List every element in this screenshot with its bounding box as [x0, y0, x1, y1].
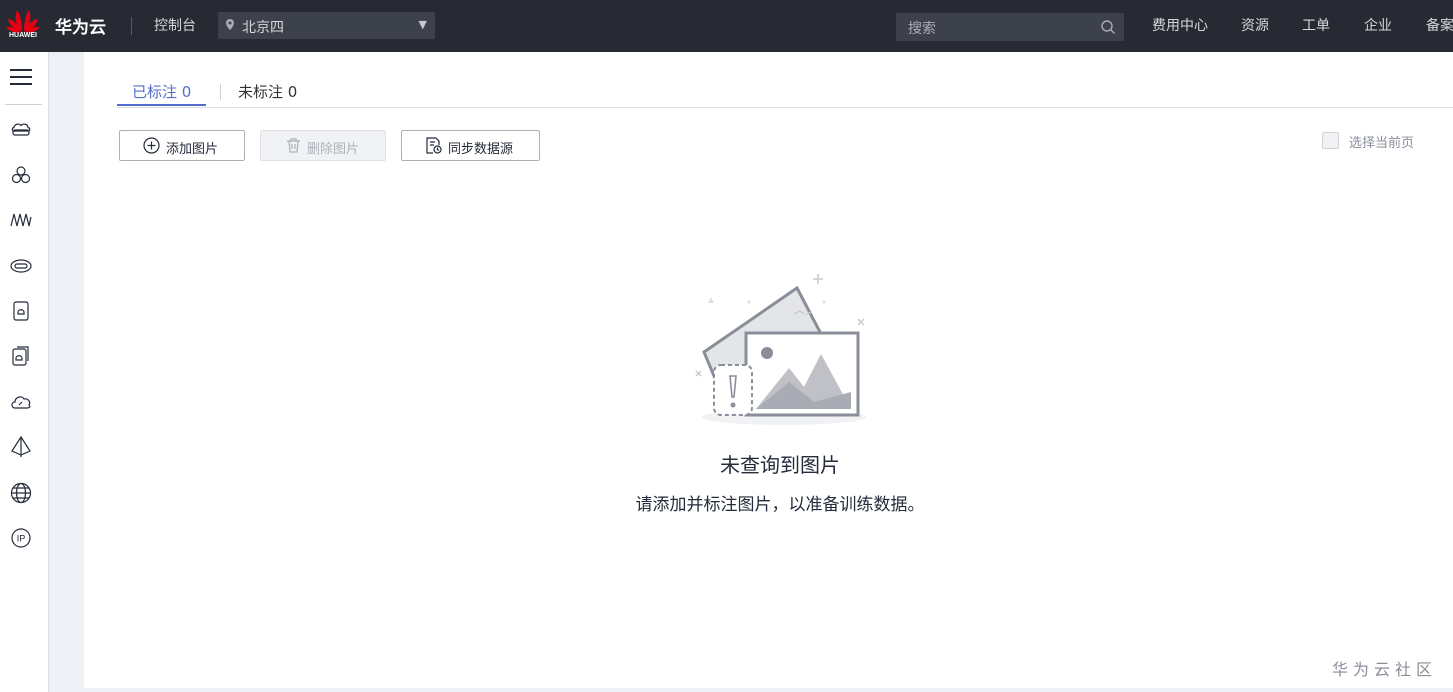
empty-state-title: 未查询到图片 — [720, 453, 840, 477]
top-bar: HUAWEI 华为云 控制台 北京四 ▼ 搜索 费用中心 资源 工单 企业 备案 — [0, 0, 1453, 52]
trash-icon — [287, 138, 300, 153]
delete-image-button[interactable]: 删除图片 — [260, 130, 386, 161]
add-image-button[interactable]: 添加图片 — [119, 130, 245, 161]
waveform-icon[interactable] — [10, 209, 32, 231]
service-sidebar: IP — [0, 52, 49, 692]
storage-disk-icon[interactable] — [10, 255, 32, 277]
plus-circle-icon — [143, 137, 160, 154]
select-page-label: 选择当前页 — [1349, 136, 1415, 151]
delete-image-label: 删除图片 — [307, 142, 360, 157]
globe-icon[interactable] — [10, 482, 32, 504]
tab-separator — [220, 84, 221, 100]
cloud-gauge-icon[interactable] — [10, 391, 32, 413]
console-link[interactable]: 控制台 — [154, 15, 196, 35]
huawei-flower-icon — [6, 10, 40, 33]
sync-datasource-label: 同步数据源 — [448, 142, 514, 157]
add-image-label: 添加图片 — [166, 142, 219, 157]
tab-labeled[interactable]: 已标注 0 — [132, 81, 191, 102]
active-tab-indicator — [117, 104, 206, 106]
watermark: 华为云社区 — [1332, 660, 1438, 679]
cluster-nodes-icon[interactable] — [10, 164, 32, 186]
search-input[interactable]: 搜索 — [896, 13, 1124, 41]
backup-box-icon[interactable] — [10, 345, 32, 367]
nav-enterprise[interactable]: 企业 — [1364, 15, 1392, 35]
empty-state-description: 请添加并标注图片，以准备训练数据。 — [635, 495, 925, 515]
sync-datasource-button[interactable]: 同步数据源 — [401, 130, 540, 161]
empty-images-illustration — [695, 274, 866, 425]
tab-baseline — [117, 107, 1453, 108]
main-panel: 已标注 0 未标注 0 添加图片 删除图片 同步数据源 选择当前页 未查询到图片… — [84, 52, 1453, 688]
hamburger-menu-icon[interactable] — [10, 67, 32, 87]
header-divider — [131, 17, 132, 35]
search-icon[interactable] — [1100, 19, 1116, 35]
chevron-down-icon: ▼ — [418, 18, 427, 31]
sync-document-icon — [426, 137, 442, 154]
database-box-icon[interactable] — [10, 300, 32, 322]
region-selector[interactable]: 北京四 ▼ — [218, 12, 435, 39]
search-placeholder: 搜索 — [908, 21, 936, 37]
brand-name[interactable]: 华为云 — [55, 13, 106, 38]
nav-filing[interactable]: 备案 — [1426, 15, 1453, 35]
ip-icon[interactable]: IP — [10, 527, 32, 549]
huawei-logo-text: HUAWEI — [9, 32, 37, 39]
nav-billing-center[interactable]: 费用中心 — [1152, 15, 1208, 35]
region-label: 北京四 — [242, 20, 284, 36]
cloud-server-icon[interactable] — [10, 118, 32, 140]
network-pyramid-icon[interactable] — [10, 436, 32, 458]
sidebar-divider — [5, 104, 42, 105]
nav-tickets[interactable]: 工单 — [1302, 15, 1330, 35]
select-page-checkbox[interactable] — [1322, 132, 1339, 149]
location-pin-icon — [226, 19, 234, 30]
nav-resources[interactable]: 资源 — [1241, 15, 1269, 35]
tab-unlabeled[interactable]: 未标注 0 — [238, 81, 297, 102]
svg-text:IP: IP — [17, 534, 26, 544]
